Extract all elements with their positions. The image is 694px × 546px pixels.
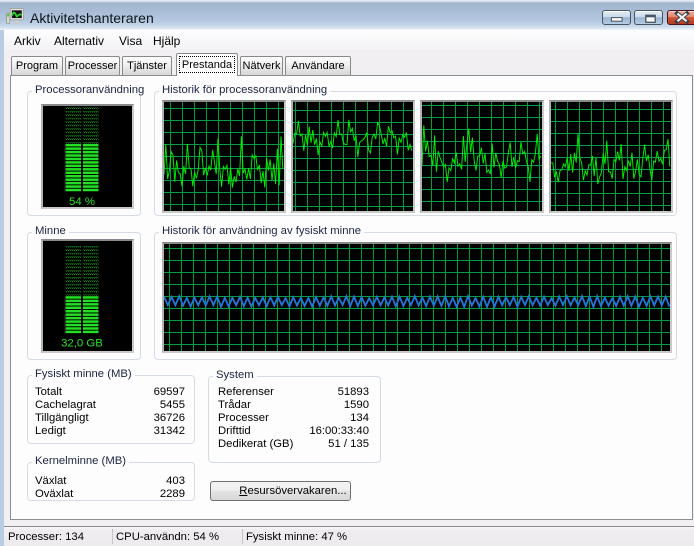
svg-text:32,0 GB: 32,0 GB bbox=[61, 338, 103, 350]
svg-text:54 %: 54 % bbox=[69, 196, 95, 207]
